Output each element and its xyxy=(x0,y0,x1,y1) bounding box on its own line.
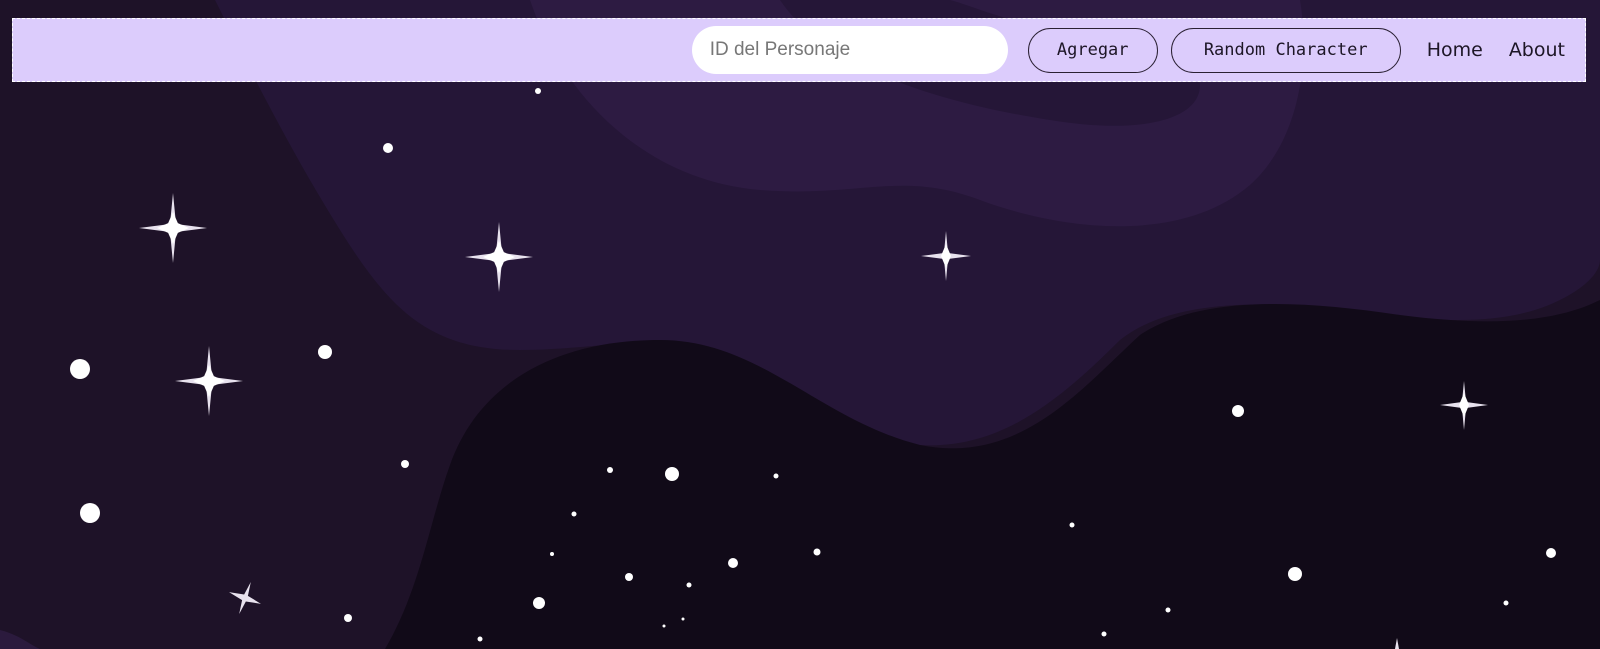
space-background xyxy=(0,0,1600,649)
add-button[interactable]: Agregar xyxy=(1027,27,1158,73)
nav-link-about[interactable]: About xyxy=(1509,39,1565,61)
navbar: Agregar Random Character Home About xyxy=(12,18,1586,82)
page: Agregar Random Character Home About xyxy=(0,0,1600,649)
nav-link-home[interactable]: Home xyxy=(1427,39,1483,61)
random-character-button[interactable]: Random Character xyxy=(1170,27,1401,73)
character-id-input[interactable] xyxy=(691,26,1008,74)
